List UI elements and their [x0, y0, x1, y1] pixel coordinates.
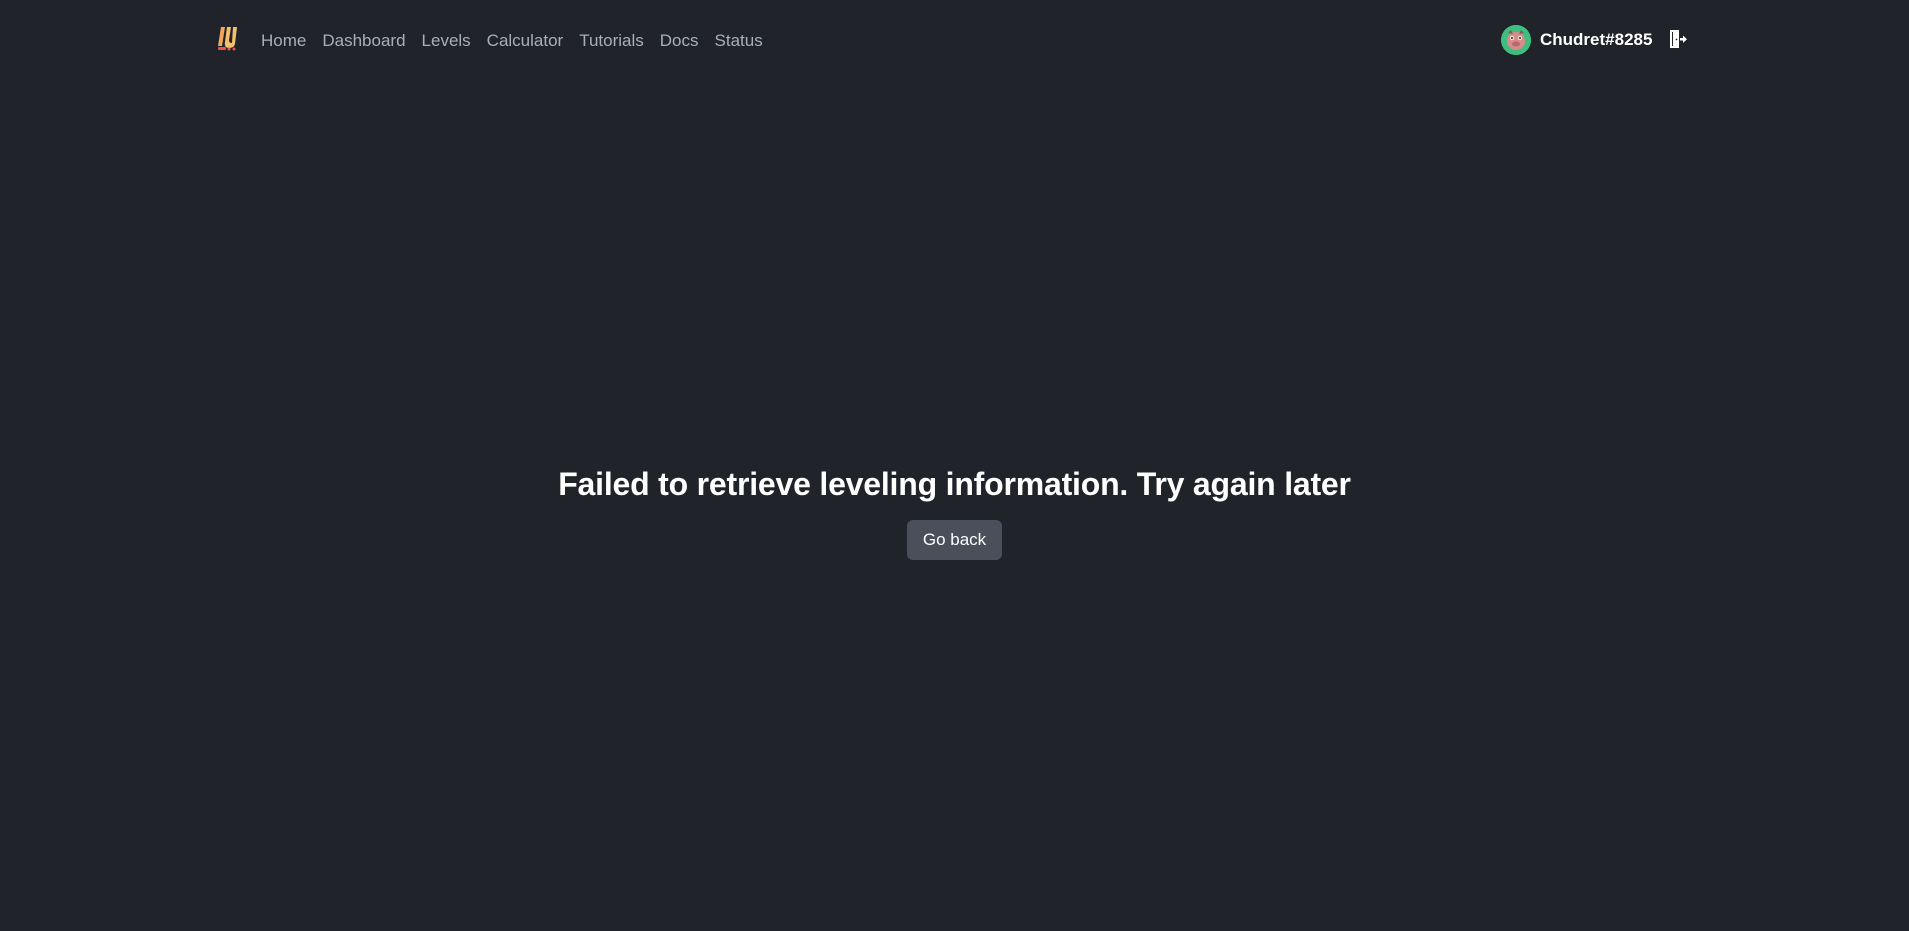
go-back-button[interactable]: Go back — [906, 520, 1003, 560]
main-content: Failed to retrieve leveling information.… — [0, 460, 1909, 560]
user-menu[interactable]: Chudret#8285 — [1501, 25, 1652, 55]
avatar-icon — [1501, 25, 1531, 55]
navbar: Home Dashboard Levels Calculator Tutoria… — [0, 0, 1909, 80]
logout-button[interactable] — [1668, 28, 1688, 50]
nav-link-dashboard[interactable]: Dashboard — [322, 30, 405, 52]
nav-link-tutorials[interactable]: Tutorials — [579, 30, 644, 52]
nav-link-levels[interactable]: Levels — [422, 30, 471, 52]
nav-link-docs[interactable]: Docs — [660, 30, 699, 52]
logout-icon — [1670, 30, 1687, 48]
logo[interactable] — [216, 24, 242, 54]
error-message: Failed to retrieve leveling information.… — [558, 466, 1351, 502]
username: Chudret#8285 — [1540, 30, 1653, 49]
nav-link-status[interactable]: Status — [715, 30, 763, 52]
nav-link-calculator[interactable]: Calculator — [487, 30, 564, 52]
nav-link-home[interactable]: Home — [261, 30, 306, 52]
logo-icon — [218, 27, 237, 51]
nav-links: Home Dashboard Levels Calculator Tutoria… — [261, 30, 779, 52]
page: Home Dashboard Levels Calculator Tutoria… — [0, 0, 1909, 931]
